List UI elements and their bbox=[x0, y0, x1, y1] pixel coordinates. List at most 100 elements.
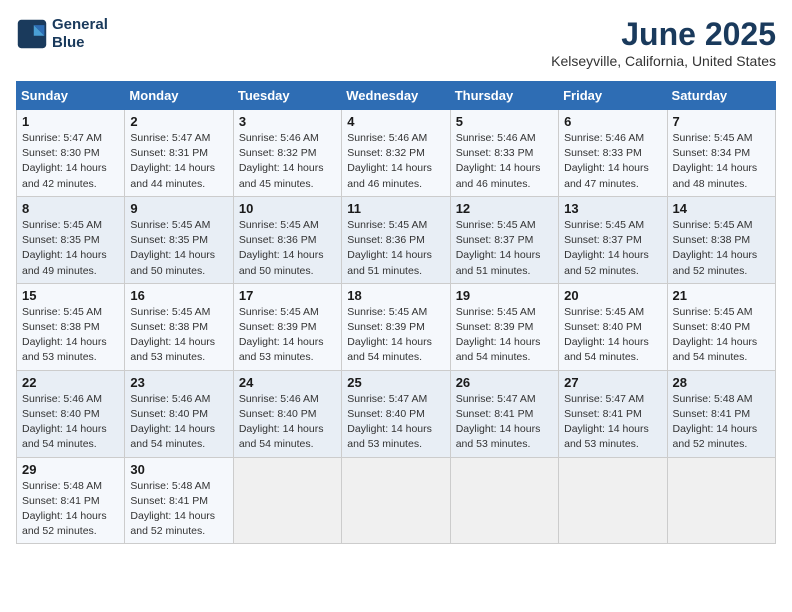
calendar-cell: 6 Sunrise: 5:46 AMSunset: 8:33 PMDaylight… bbox=[559, 110, 667, 197]
logo-line1: General bbox=[52, 16, 108, 33]
logo-text: General Blue bbox=[52, 16, 108, 52]
calendar-cell bbox=[559, 457, 667, 544]
logo-line2: Blue bbox=[52, 34, 85, 51]
calendar-cell: 23Sunrise: 5:46 AMSunset: 8:40 PMDayligh… bbox=[125, 370, 233, 457]
calendar-week-row: 8 Sunrise: 5:45 AMSunset: 8:35 PMDaylight… bbox=[17, 196, 776, 283]
calendar-cell: 27 Sunrise: 5:47 AMSunset: 8:41 PMDayligh… bbox=[559, 370, 667, 457]
day-info: Sunrise: 5:45 AMSunset: 8:40 PMDaylight:… bbox=[673, 305, 770, 366]
calendar-cell: 16 Sunrise: 5:45 AMSunset: 8:38 PMDayligh… bbox=[125, 283, 233, 370]
col-friday: Friday bbox=[559, 82, 667, 110]
day-number: 19 bbox=[456, 288, 553, 303]
day-number: 18 bbox=[347, 288, 444, 303]
calendar-cell: 19 Sunrise: 5:45 AMSunset: 8:39 PMDayligh… bbox=[450, 283, 558, 370]
logo: General Blue bbox=[16, 16, 108, 52]
day-number: 17 bbox=[239, 288, 336, 303]
day-number: 12 bbox=[456, 201, 553, 216]
day-number: 30 bbox=[130, 462, 227, 477]
col-thursday: Thursday bbox=[450, 82, 558, 110]
day-info: Sunrise: 5:48 AMSunset: 8:41 PMDaylight:… bbox=[130, 479, 227, 540]
day-number: 5 bbox=[456, 114, 553, 129]
day-info: Sunrise: 5:46 AMSunset: 8:33 PMDaylight:… bbox=[564, 131, 661, 192]
day-number: 13 bbox=[564, 201, 661, 216]
calendar-cell: 15 Sunrise: 5:45 AMSunset: 8:38 PMDayligh… bbox=[17, 283, 125, 370]
day-number: 8 bbox=[22, 201, 119, 216]
day-info: Sunrise: 5:46 AMSunset: 8:32 PMDaylight:… bbox=[347, 131, 444, 192]
day-info: Sunrise: 5:45 AMSunset: 8:38 PMDaylight:… bbox=[22, 305, 119, 366]
calendar-cell: 1 Sunrise: 5:47 AMSunset: 8:30 PMDaylight… bbox=[17, 110, 125, 197]
day-info: Sunrise: 5:45 AMSunset: 8:39 PMDaylight:… bbox=[456, 305, 553, 366]
day-info: Sunrise: 5:46 AMSunset: 8:32 PMDaylight:… bbox=[239, 131, 336, 192]
day-info: Sunrise: 5:48 AMSunset: 8:41 PMDaylight:… bbox=[22, 479, 119, 540]
day-number: 9 bbox=[130, 201, 227, 216]
calendar-cell: 25Sunrise: 5:47 AMSunset: 8:40 PMDayligh… bbox=[342, 370, 450, 457]
calendar-cell: 10 Sunrise: 5:45 AMSunset: 8:36 PMDayligh… bbox=[233, 196, 341, 283]
calendar-cell: 29 Sunrise: 5:48 AMSunset: 8:41 PMDayligh… bbox=[17, 457, 125, 544]
calendar-cell bbox=[233, 457, 341, 544]
day-number: 27 bbox=[564, 375, 661, 390]
day-number: 26 bbox=[456, 375, 553, 390]
calendar-title: June 2025 bbox=[551, 16, 776, 53]
day-number: 28 bbox=[673, 375, 770, 390]
calendar-cell: 26 Sunrise: 5:47 AMSunset: 8:41 PMDayligh… bbox=[450, 370, 558, 457]
col-saturday: Saturday bbox=[667, 82, 775, 110]
col-wednesday: Wednesday bbox=[342, 82, 450, 110]
calendar-week-row: 22Sunrise: 5:46 AMSunset: 8:40 PMDayligh… bbox=[17, 370, 776, 457]
calendar-cell: 21Sunrise: 5:45 AMSunset: 8:40 PMDayligh… bbox=[667, 283, 775, 370]
day-info: Sunrise: 5:46 AMSunset: 8:40 PMDaylight:… bbox=[22, 392, 119, 453]
day-info: Sunrise: 5:45 AMSunset: 8:37 PMDaylight:… bbox=[456, 218, 553, 279]
day-number: 24 bbox=[239, 375, 336, 390]
calendar-cell: 30 Sunrise: 5:48 AMSunset: 8:41 PMDayligh… bbox=[125, 457, 233, 544]
calendar-cell: 5 Sunrise: 5:46 AMSunset: 8:33 PMDaylight… bbox=[450, 110, 558, 197]
logo-icon bbox=[16, 18, 48, 50]
calendar-cell bbox=[342, 457, 450, 544]
day-info: Sunrise: 5:45 AMSunset: 8:36 PMDaylight:… bbox=[239, 218, 336, 279]
day-number: 15 bbox=[22, 288, 119, 303]
day-info: Sunrise: 5:47 AMSunset: 8:31 PMDaylight:… bbox=[130, 131, 227, 192]
calendar-cell bbox=[450, 457, 558, 544]
day-number: 1 bbox=[22, 114, 119, 129]
calendar-cell: 8 Sunrise: 5:45 AMSunset: 8:35 PMDaylight… bbox=[17, 196, 125, 283]
col-sunday: Sunday bbox=[17, 82, 125, 110]
day-info: Sunrise: 5:46 AMSunset: 8:33 PMDaylight:… bbox=[456, 131, 553, 192]
header-row: Sunday Monday Tuesday Wednesday Thursday… bbox=[17, 82, 776, 110]
day-info: Sunrise: 5:45 AMSunset: 8:39 PMDaylight:… bbox=[347, 305, 444, 366]
calendar-cell: 4Sunrise: 5:46 AMSunset: 8:32 PMDaylight… bbox=[342, 110, 450, 197]
day-info: Sunrise: 5:45 AMSunset: 8:35 PMDaylight:… bbox=[22, 218, 119, 279]
day-info: Sunrise: 5:45 AMSunset: 8:38 PMDaylight:… bbox=[673, 218, 770, 279]
day-info: Sunrise: 5:47 AMSunset: 8:40 PMDaylight:… bbox=[347, 392, 444, 453]
day-info: Sunrise: 5:45 AMSunset: 8:37 PMDaylight:… bbox=[564, 218, 661, 279]
day-number: 16 bbox=[130, 288, 227, 303]
day-info: Sunrise: 5:48 AMSunset: 8:41 PMDaylight:… bbox=[673, 392, 770, 453]
day-number: 20 bbox=[564, 288, 661, 303]
calendar-subtitle: Kelseyville, California, United States bbox=[551, 53, 776, 69]
day-info: Sunrise: 5:47 AMSunset: 8:41 PMDaylight:… bbox=[564, 392, 661, 453]
day-number: 14 bbox=[673, 201, 770, 216]
calendar-cell: 14 Sunrise: 5:45 AMSunset: 8:38 PMDayligh… bbox=[667, 196, 775, 283]
day-number: 10 bbox=[239, 201, 336, 216]
calendar-cell: 9 Sunrise: 5:45 AMSunset: 8:35 PMDaylight… bbox=[125, 196, 233, 283]
calendar-table: Sunday Monday Tuesday Wednesday Thursday… bbox=[16, 81, 776, 544]
calendar-cell: 24 Sunrise: 5:46 AMSunset: 8:40 PMDayligh… bbox=[233, 370, 341, 457]
day-number: 6 bbox=[564, 114, 661, 129]
day-info: Sunrise: 5:47 AMSunset: 8:30 PMDaylight:… bbox=[22, 131, 119, 192]
calendar-cell: 22Sunrise: 5:46 AMSunset: 8:40 PMDayligh… bbox=[17, 370, 125, 457]
day-number: 2 bbox=[130, 114, 227, 129]
day-info: Sunrise: 5:46 AMSunset: 8:40 PMDaylight:… bbox=[239, 392, 336, 453]
day-info: Sunrise: 5:45 AMSunset: 8:34 PMDaylight:… bbox=[673, 131, 770, 192]
title-block: June 2025 Kelseyville, California, Unite… bbox=[551, 16, 776, 69]
day-info: Sunrise: 5:45 AMSunset: 8:38 PMDaylight:… bbox=[130, 305, 227, 366]
day-number: 11 bbox=[347, 201, 444, 216]
day-info: Sunrise: 5:46 AMSunset: 8:40 PMDaylight:… bbox=[130, 392, 227, 453]
col-tuesday: Tuesday bbox=[233, 82, 341, 110]
col-monday: Monday bbox=[125, 82, 233, 110]
day-info: Sunrise: 5:47 AMSunset: 8:41 PMDaylight:… bbox=[456, 392, 553, 453]
calendar-cell: 2 Sunrise: 5:47 AMSunset: 8:31 PMDaylight… bbox=[125, 110, 233, 197]
day-info: Sunrise: 5:45 AMSunset: 8:36 PMDaylight:… bbox=[347, 218, 444, 279]
calendar-week-row: 1 Sunrise: 5:47 AMSunset: 8:30 PMDaylight… bbox=[17, 110, 776, 197]
day-info: Sunrise: 5:45 AMSunset: 8:35 PMDaylight:… bbox=[130, 218, 227, 279]
day-info: Sunrise: 5:45 AMSunset: 8:40 PMDaylight:… bbox=[564, 305, 661, 366]
calendar-cell: 28 Sunrise: 5:48 AMSunset: 8:41 PMDayligh… bbox=[667, 370, 775, 457]
day-number: 29 bbox=[22, 462, 119, 477]
day-number: 3 bbox=[239, 114, 336, 129]
calendar-cell bbox=[667, 457, 775, 544]
